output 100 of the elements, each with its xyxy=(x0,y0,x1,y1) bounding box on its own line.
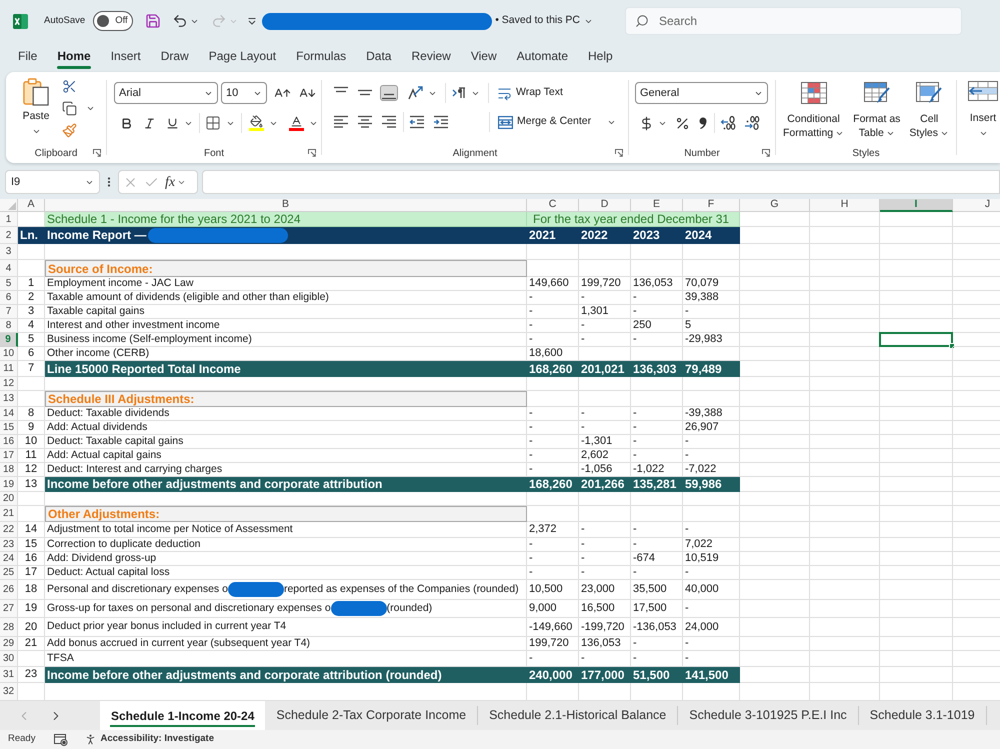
diagonal-arrow-icon[interactable] xyxy=(408,86,424,100)
row-header[interactable]: 15 xyxy=(0,421,18,435)
row-header[interactable]: 2 xyxy=(0,227,18,244)
align-right-icon[interactable] xyxy=(381,115,397,129)
column-header[interactable]: J xyxy=(953,199,1000,212)
increase-decimal-icon[interactable] xyxy=(720,116,736,130)
conditional-formatting-button[interactable]: Conditional Formatting xyxy=(782,82,844,140)
row-header[interactable]: 6 xyxy=(0,291,18,305)
row-header[interactable]: 14 xyxy=(0,407,18,421)
row-header[interactable]: 25 xyxy=(0,566,18,580)
paste-button[interactable]: Paste xyxy=(16,78,56,138)
font-name-dropdown[interactable]: Arial xyxy=(114,82,218,104)
paragraph-direction-icon[interactable] xyxy=(452,87,466,99)
row-header[interactable]: 32 xyxy=(0,683,18,701)
row-header[interactable]: 28 xyxy=(0,618,18,637)
menu-tab[interactable]: File xyxy=(8,42,48,70)
decrease-indent-icon[interactable] xyxy=(409,115,425,129)
row-header[interactable]: 11 xyxy=(0,361,18,377)
row-header[interactable]: 10 xyxy=(0,347,18,361)
insert-function-button[interactable]: fx xyxy=(165,172,186,192)
percent-icon[interactable] xyxy=(675,116,690,130)
comma-style-icon[interactable] xyxy=(699,117,707,129)
save-status-button[interactable]: • Saved to this PC xyxy=(495,13,594,29)
menu-tab[interactable]: Draw xyxy=(150,42,199,70)
row-header[interactable]: 31 xyxy=(0,667,18,683)
row-header[interactable]: 12 xyxy=(0,377,18,391)
row-header[interactable]: 9 xyxy=(0,333,18,347)
dialog-launcher-icon[interactable] xyxy=(615,149,623,157)
menu-tab[interactable]: Formulas xyxy=(286,42,356,70)
row-header[interactable]: 18 xyxy=(0,463,18,477)
column-header[interactable]: B xyxy=(45,199,527,212)
fill-color-icon[interactable] xyxy=(248,115,264,131)
accessibility-button[interactable]: Accessibility: Investigate xyxy=(84,732,214,747)
menu-tab[interactable]: Help xyxy=(578,42,623,70)
decrease-decimal-icon[interactable] xyxy=(744,116,760,130)
align-bottom-icon[interactable] xyxy=(381,86,397,100)
column-header[interactable]: A xyxy=(18,199,45,212)
wrap-text-button[interactable]: Wrap Text xyxy=(497,85,563,101)
autosave-toggle[interactable]: Off xyxy=(93,11,134,31)
caret-icon[interactable] xyxy=(86,104,95,113)
merge-center-button[interactable]: Merge & Center xyxy=(498,114,592,130)
scissors-icon[interactable] xyxy=(62,79,77,94)
sheet-tab[interactable]: Schedule 1-Income 20-24 xyxy=(100,701,266,730)
dialog-launcher-icon[interactable] xyxy=(93,149,101,157)
increase-indent-icon[interactable] xyxy=(433,115,449,129)
sheet-tab[interactable]: Schedule 3-101925 P.E.I Inc xyxy=(678,706,859,725)
row-header[interactable]: 21 xyxy=(0,506,18,522)
italic-icon[interactable] xyxy=(143,116,156,130)
row-header[interactable]: 30 xyxy=(0,651,18,667)
column-header[interactable]: I xyxy=(880,199,953,212)
formula-input[interactable] xyxy=(202,170,1000,194)
bold-icon[interactable] xyxy=(120,116,133,130)
menu-tab[interactable]: Automate xyxy=(506,42,578,70)
sheet-tab[interactable]: Schedule 2.1-Historical Balance xyxy=(478,706,678,725)
row-header[interactable]: 19 xyxy=(0,477,18,492)
row-header[interactable]: 22 xyxy=(0,522,18,538)
row-header[interactable]: 17 xyxy=(0,449,18,463)
insert-button[interactable]: Insert xyxy=(965,81,1000,138)
customize-caret-icon[interactable] xyxy=(248,18,256,24)
row-header[interactable]: 8 xyxy=(0,319,18,333)
redo-icon[interactable] xyxy=(211,13,228,29)
menu-tab[interactable]: Home xyxy=(47,42,101,70)
row-header[interactable]: 16 xyxy=(0,435,18,449)
align-left-icon[interactable] xyxy=(333,115,349,129)
sheet-tab[interactable]: Schedule 2-Tax Corporate Income xyxy=(265,706,478,725)
row-header[interactable]: 13 xyxy=(0,391,18,407)
column-header[interactable]: H xyxy=(810,199,880,212)
row-header[interactable]: 5 xyxy=(0,277,18,291)
column-header[interactable]: C xyxy=(527,199,579,212)
menu-tab[interactable]: Review xyxy=(401,42,461,70)
row-header[interactable]: 20 xyxy=(0,492,18,506)
row-header[interactable]: 29 xyxy=(0,637,18,651)
format-as-table-button[interactable]: Format as Table xyxy=(853,82,900,140)
row-header[interactable]: 26 xyxy=(0,580,18,600)
row-header[interactable]: 27 xyxy=(0,600,18,618)
number-format-dropdown[interactable]: General xyxy=(635,82,768,104)
copy-icon[interactable] xyxy=(62,101,77,116)
dollar-icon[interactable] xyxy=(639,116,654,130)
menu-tab[interactable]: View xyxy=(460,42,507,70)
dialog-launcher-icon[interactable] xyxy=(308,149,316,157)
spreadsheet-app-icon[interactable] xyxy=(13,14,28,28)
paintbrush-icon[interactable] xyxy=(62,123,77,138)
menu-tab[interactable]: Page Layout xyxy=(198,42,286,70)
menu-tab[interactable]: Insert xyxy=(100,42,151,70)
borders-icon[interactable] xyxy=(205,115,221,131)
column-header[interactable]: D xyxy=(579,199,631,212)
menu-tab[interactable]: Data xyxy=(356,42,402,70)
font-color-icon[interactable] xyxy=(288,115,304,131)
align-center-icon[interactable] xyxy=(357,115,373,129)
row-header[interactable]: 23 xyxy=(0,538,18,552)
underline-icon[interactable] xyxy=(166,116,179,130)
row-header[interactable]: 24 xyxy=(0,552,18,566)
font-size-dropdown[interactable]: 10 xyxy=(221,82,267,104)
column-header[interactable]: F xyxy=(683,199,740,212)
row-header[interactable]: 3 xyxy=(0,244,18,260)
save-icon[interactable] xyxy=(145,13,162,29)
dialog-launcher-icon[interactable] xyxy=(762,149,770,157)
name-box[interactable]: I9 xyxy=(5,170,100,194)
column-header[interactable]: E xyxy=(631,199,683,212)
column-header[interactable]: G xyxy=(740,199,810,212)
